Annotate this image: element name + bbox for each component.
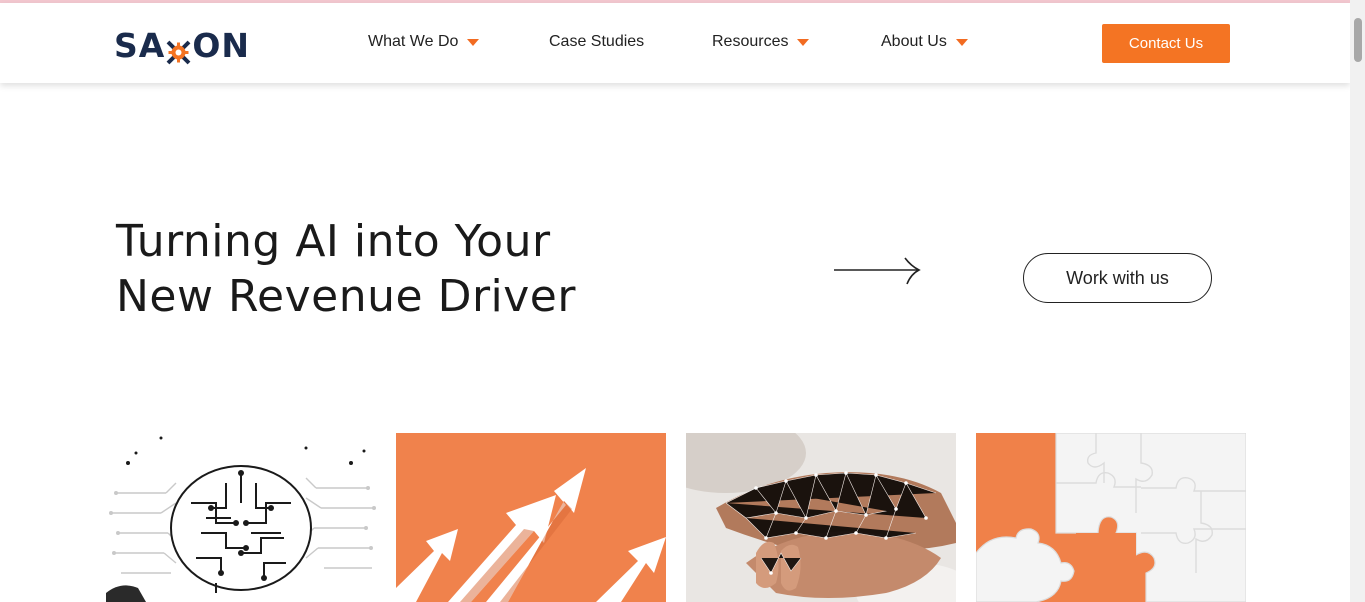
scrollbar-thumb[interactable]	[1354, 18, 1362, 62]
card-growth-arrows-image	[396, 433, 666, 602]
card-digital-handshake-image	[686, 433, 956, 602]
nav-what-we-do[interactable]: What We Do	[368, 33, 480, 51]
page-scrollbar[interactable]	[1350, 0, 1365, 602]
nav-about-us[interactable]: About Us	[881, 33, 968, 51]
contact-us-button[interactable]: Contact Us	[1102, 24, 1230, 63]
hero-title: Turning AI into Your New Revenue Driver	[116, 214, 616, 324]
hero-title-line-2: New Revenue Driver	[116, 271, 576, 322]
arrow-right-icon	[834, 257, 921, 285]
caret-down-icon	[797, 38, 810, 46]
nav-label: About Us	[881, 33, 947, 50]
work-with-us-button[interactable]: Work with us	[1023, 253, 1212, 303]
card-puzzle-pieces-image	[976, 433, 1246, 602]
logo-x-gear-icon	[166, 34, 191, 64]
caret-down-icon	[467, 38, 480, 46]
nav-case-studies[interactable]: Case Studies	[549, 33, 644, 51]
hero-title-line-1: Turning AI into Your	[116, 216, 551, 267]
logo-text-right: ON	[192, 25, 250, 65]
nav-label: What We Do	[368, 33, 459, 50]
caret-down-icon	[955, 38, 968, 46]
card-ai-brain-image	[106, 433, 376, 602]
logo-text-left: SA	[114, 25, 166, 65]
site-header: SA ON What We Do Case Studies Resources …	[0, 3, 1350, 83]
saxon-logo[interactable]: SA ON	[114, 25, 250, 65]
nav-resources[interactable]: Resources	[712, 33, 810, 51]
nav-label: Resources	[712, 33, 789, 50]
nav-label: Case Studies	[549, 33, 645, 50]
